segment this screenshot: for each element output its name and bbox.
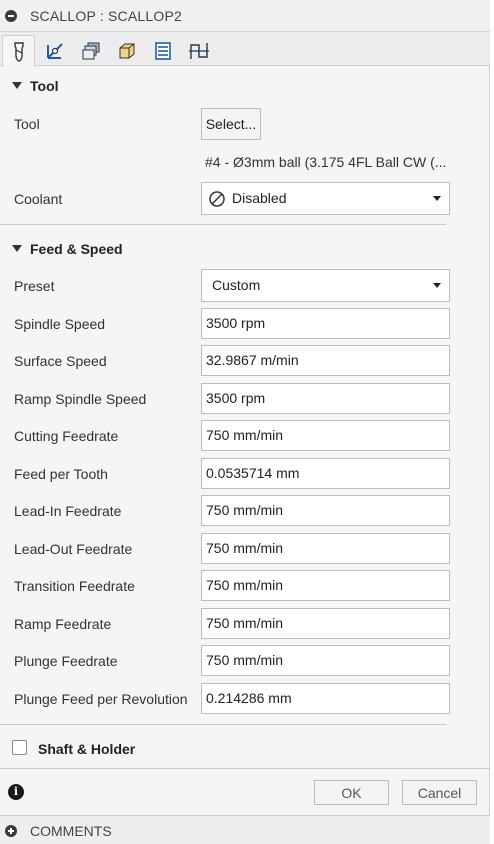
passes-tab-icon xyxy=(119,43,134,58)
coolant-value: Disabled xyxy=(232,190,287,206)
feed-section-header[interactable]: Feed & Speed xyxy=(0,238,490,262)
tab-simulation[interactable] xyxy=(182,35,215,66)
chevron-down-icon xyxy=(433,283,441,288)
plunge-feedrate-label: Plunge Feedrate xyxy=(14,653,118,669)
comments-bar[interactable]: COMMENTS xyxy=(0,815,490,844)
ok-button[interactable]: OK xyxy=(314,780,389,805)
tab-heights[interactable] xyxy=(74,35,107,66)
tool-section-title: Tool xyxy=(30,78,59,94)
tool-select-button[interactable]: Select... xyxy=(201,108,261,140)
chevron-down-icon xyxy=(433,196,441,201)
surface-speed-input[interactable]: 32.9867 m/min xyxy=(201,345,450,376)
tab-bar xyxy=(0,32,490,67)
plunge-feed-per-revolution-label: Plunge Feed per Revolution xyxy=(14,691,188,707)
linking-tab-icon xyxy=(154,41,171,60)
spindle-speed-label: Spindle Speed xyxy=(14,316,106,332)
plunge-feedrate-input[interactable]: 750 mm/min xyxy=(201,645,450,676)
tool-section-header[interactable]: Tool xyxy=(0,75,490,99)
cutting-feedrate-input[interactable]: 750 mm/min xyxy=(201,420,450,451)
lead-in-feedrate-label: Lead-In Feedrate xyxy=(14,503,122,519)
tab-passes[interactable] xyxy=(110,35,143,66)
expand-caret-icon xyxy=(12,245,22,252)
expand-plus-icon xyxy=(5,825,17,837)
plunge-feed-per-revolution-input[interactable]: 0.214286 mm xyxy=(201,683,450,714)
feed-section-title: Feed & Speed xyxy=(30,241,123,257)
tab-geometry[interactable] xyxy=(38,35,71,66)
canvas-edge xyxy=(490,0,494,844)
transition-feedrate-input[interactable]: 750 mm/min xyxy=(201,570,450,601)
tool-label: Tool xyxy=(14,116,40,132)
surface-speed-label: Surface Speed xyxy=(14,353,107,369)
ramp-spindle-speed-input[interactable]: 3500 rpm xyxy=(201,383,450,414)
shaft-holder-checkbox[interactable] xyxy=(12,740,27,755)
preset-select[interactable]: Custom xyxy=(201,269,450,302)
cutting-feedrate-label: Cutting Feedrate xyxy=(14,428,119,444)
section-divider xyxy=(0,724,446,725)
dialog-title: SCALLOP : SCALLOP2 xyxy=(30,8,182,24)
cancel-button[interactable]: Cancel xyxy=(402,780,477,805)
lead-out-feedrate-input[interactable]: 750 mm/min xyxy=(201,533,450,564)
feed-per-tooth-input[interactable]: 0.0535714 mm xyxy=(201,458,450,489)
preset-label: Preset xyxy=(14,278,55,294)
tab-tool[interactable] xyxy=(2,35,35,67)
geometry-tab-icon xyxy=(46,42,63,59)
tool-tab-icon xyxy=(13,41,24,62)
lead-out-feedrate-label: Lead-Out Feedrate xyxy=(14,541,133,557)
shaft-holder-title: Shaft & Holder xyxy=(38,741,136,757)
title-bar: SCALLOP : SCALLOP2 xyxy=(0,0,490,32)
spindle-speed-input[interactable]: 3500 rpm xyxy=(201,308,450,339)
preset-value: Custom xyxy=(212,277,261,293)
info-icon[interactable]: i xyxy=(8,784,24,800)
collapse-icon[interactable] xyxy=(5,10,17,22)
transition-feedrate-label: Transition Feedrate xyxy=(14,578,135,594)
ramp-feedrate-label: Ramp Feedrate xyxy=(14,616,112,632)
ramp-feedrate-input[interactable]: 750 mm/min xyxy=(201,608,450,639)
disabled-icon xyxy=(209,191,225,207)
section-divider xyxy=(0,224,446,225)
comments-label: COMMENTS xyxy=(30,823,112,839)
section-divider xyxy=(0,768,490,769)
scallop-dialog: SCALLOP : SCALLOP2 Tool Tool Select... #… xyxy=(0,0,490,844)
ramp-spindle-speed-label: Ramp Spindle Speed xyxy=(14,391,147,407)
simulation-tab-icon xyxy=(188,42,209,59)
expand-caret-icon xyxy=(12,82,22,89)
tab-linking[interactable] xyxy=(146,35,179,66)
coolant-select[interactable]: Disabled xyxy=(201,182,450,215)
lead-in-feedrate-input[interactable]: 750 mm/min xyxy=(201,495,450,526)
tool-description: #4 - Ø3mm ball (3.175 4FL Ball CW (... xyxy=(205,154,447,170)
feed-per-tooth-label: Feed per Tooth xyxy=(14,466,108,482)
coolant-label: Coolant xyxy=(14,191,63,207)
heights-tab-icon xyxy=(82,42,99,59)
